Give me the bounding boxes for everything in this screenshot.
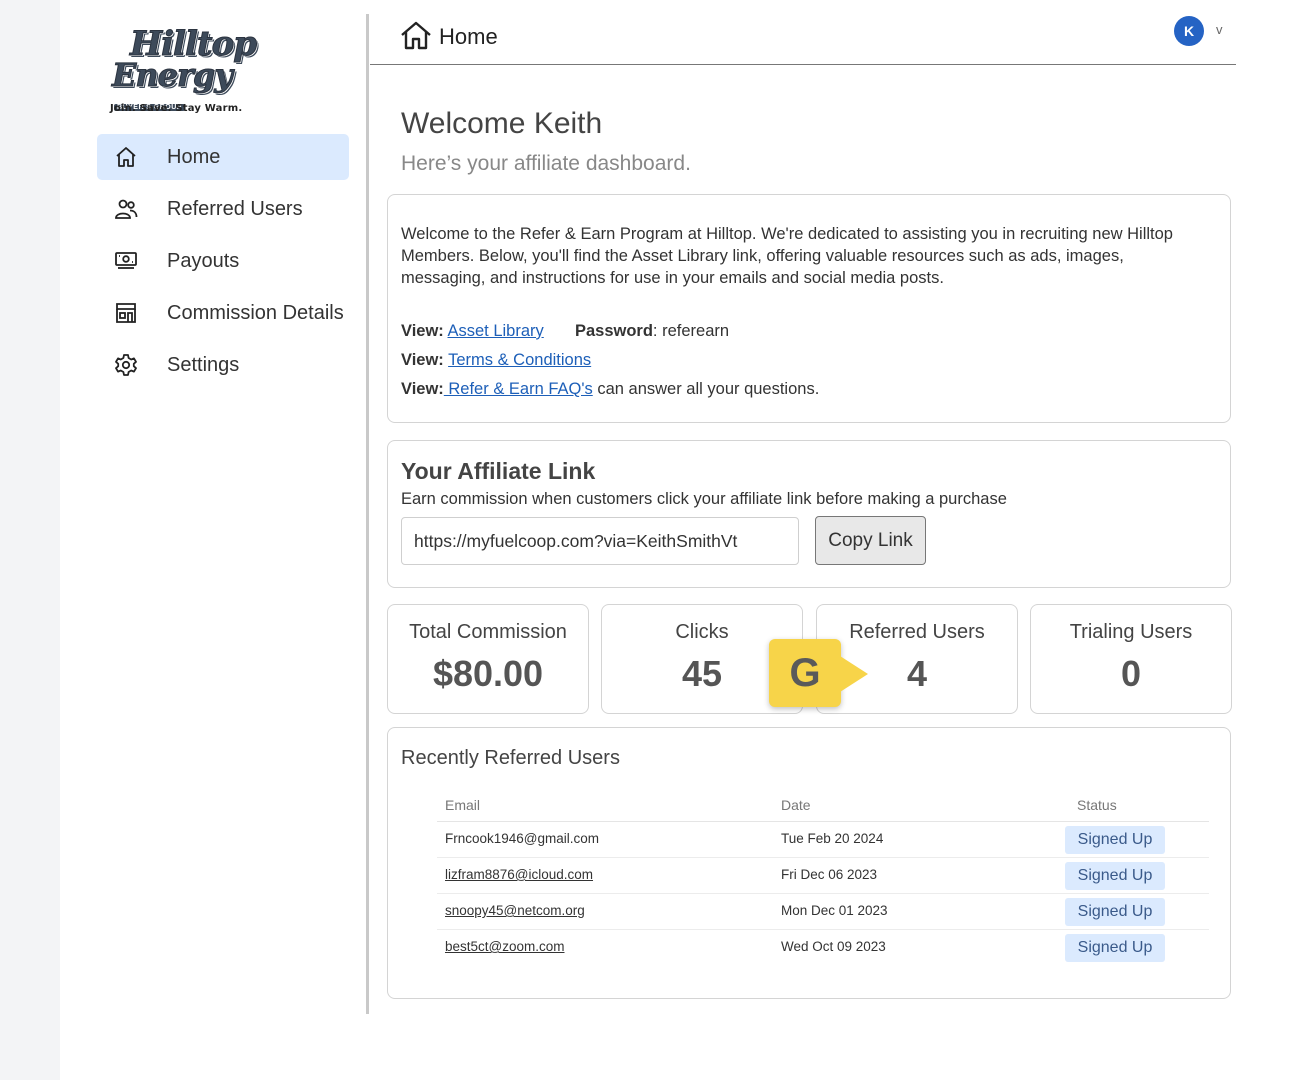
table-row: lizfram8876@icloud.com Fri Dec 06 2023 S… — [437, 858, 1209, 894]
sidebar-item-label: Commission Details — [167, 301, 344, 324]
sidebar-item-commission-details[interactable]: Commission Details — [97, 290, 349, 336]
faq-link[interactable]: Refer & Earn FAQ's — [444, 380, 592, 398]
chevron-down-icon[interactable]: v — [1216, 22, 1223, 37]
annotation-arrow — [840, 656, 868, 692]
table-row: Frncook1946@gmail.com Tue Feb 20 2024 Si… — [437, 822, 1209, 858]
welcome-title: Welcome Keith — [401, 107, 603, 140]
row-email-link[interactable]: lizfram8876@icloud.com — [445, 867, 593, 882]
sidebar-item-referred-users[interactable]: Referred Users — [97, 186, 349, 232]
sidebar-divider — [366, 14, 369, 1014]
stat-value: $80.00 — [432, 653, 544, 694]
page-title: Home — [439, 24, 498, 49]
status-badge: Signed Up — [1065, 898, 1165, 926]
gear-icon — [113, 352, 139, 378]
table-header: Email Date Status — [437, 793, 1209, 822]
money-icon — [113, 248, 139, 274]
sidebar: Hilltop Energy BUYER'S GROUP Join. Save.… — [60, 0, 368, 1014]
affiliate-description: Earn commission when customers click you… — [401, 490, 1007, 508]
recent-title: Recently Referred Users — [401, 747, 620, 769]
affiliate-title: Your Affiliate Link — [401, 458, 596, 484]
column-header-email: Email — [445, 797, 481, 813]
logo-line-2: Energy — [112, 56, 234, 95]
sidebar-item-label: Payouts — [167, 249, 240, 272]
affiliate-link-input[interactable] — [401, 517, 799, 565]
column-header-date: Date — [781, 797, 811, 813]
stat-label: Referred Users — [849, 621, 985, 643]
faq-line: View: Refer & Earn FAQ's can answer all … — [401, 380, 819, 399]
table-row: snoopy45@netcom.org Mon Dec 01 2023 Sign… — [437, 894, 1209, 930]
annotation-badge: G — [769, 639, 841, 707]
home-icon — [400, 20, 432, 55]
row-date: Fri Dec 06 2023 — [781, 867, 878, 882]
asset-library-link[interactable]: Asset Library — [447, 322, 543, 340]
referred-users-table: Email Date Status Frncook1946@gmail.com … — [437, 793, 1209, 965]
stat-card-trialing-users: Trialing Users 0 — [1030, 604, 1232, 714]
terms-conditions-link[interactable]: Terms & Conditions — [448, 351, 591, 369]
page: Hilltop Energy BUYER'S GROUP Join. Save.… — [60, 0, 1300, 1080]
affiliate-link-card: Your Affiliate Link Earn commission when… — [387, 440, 1231, 588]
view-label: View: — [401, 380, 444, 398]
avatar[interactable]: K — [1174, 16, 1204, 46]
column-header-status: Status — [1077, 797, 1117, 813]
users-icon — [113, 196, 139, 222]
password-label: Password — [574, 322, 653, 340]
top-header: Home K v — [370, 0, 1236, 65]
sidebar-item-label: Referred Users — [167, 197, 303, 220]
stat-label: Total Commission — [409, 621, 567, 643]
copy-link-button[interactable]: Copy Link — [815, 516, 926, 565]
stat-value: 0 — [1120, 653, 1142, 694]
sidebar-item-label: Settings — [167, 353, 240, 376]
stat-card-total-commission: Total Commission $80.00 — [387, 604, 589, 714]
row-email-link[interactable]: best5ct@zoom.com — [445, 939, 565, 954]
password-value: : referearn — [652, 322, 730, 340]
sidebar-item-label: Home — [167, 145, 221, 168]
sidebar-item-home[interactable]: Home — [97, 134, 349, 180]
stat-label: Trialing Users — [1069, 621, 1193, 643]
intro-text: Welcome to the Refer & Earn Program at H… — [401, 225, 1173, 287]
row-date: Wed Oct 09 2023 — [781, 939, 886, 954]
asset-library-line: View: Asset Library Password: referearn — [401, 322, 729, 341]
sidebar-item-settings[interactable]: Settings — [97, 342, 349, 388]
brand-tagline: Join. Save. Stay Warm. — [110, 103, 243, 114]
view-label: View: — [401, 322, 444, 340]
welcome-subtitle: Here’s your affiliate dashboard. — [401, 152, 691, 175]
status-badge: Signed Up — [1065, 934, 1165, 962]
row-date: Tue Feb 20 2024 — [781, 831, 884, 846]
intro-card: Welcome to the Refer & Earn Program at H… — [387, 194, 1231, 423]
terms-line: View: Terms & Conditions — [401, 351, 591, 370]
table-row: best5ct@zoom.com Wed Oct 09 2023 Signed … — [437, 930, 1209, 965]
row-email: Frncook1946@gmail.com — [445, 831, 600, 846]
row-email-link[interactable]: snoopy45@netcom.org — [445, 903, 585, 918]
status-badge: Signed Up — [1065, 826, 1165, 854]
sidebar-item-payouts[interactable]: Payouts — [97, 238, 349, 284]
sidebar-nav: Home Referred Users Payouts Commission D… — [97, 134, 349, 394]
faq-suffix: can answer all your questions. — [592, 380, 820, 398]
view-label: View: — [401, 351, 444, 369]
recent-referred-card: Recently Referred Users Email Date Statu… — [387, 727, 1231, 999]
home-icon — [113, 144, 139, 170]
row-date: Mon Dec 01 2023 — [781, 903, 888, 918]
status-badge: Signed Up — [1065, 862, 1165, 890]
store-icon — [113, 300, 139, 326]
